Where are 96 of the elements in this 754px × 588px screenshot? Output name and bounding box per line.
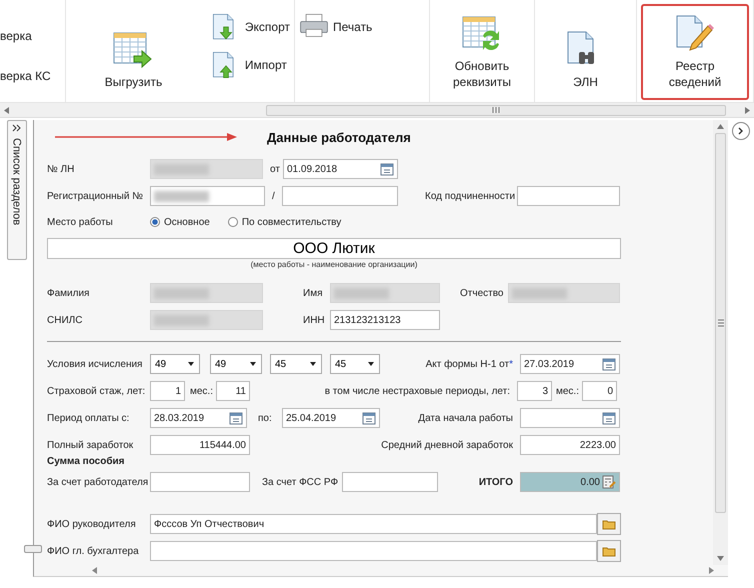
scroll-left-icon[interactable] xyxy=(4,106,10,114)
ribbon-item[interactable]: верка КС xyxy=(0,69,51,83)
field-label: Период оплаты с: xyxy=(47,412,130,424)
ribbon-button[interactable]: Выгрузить xyxy=(70,4,197,100)
ribbon-button[interactable]: Печать xyxy=(299,12,372,42)
input-field[interactable] xyxy=(150,541,597,561)
input-field[interactable] xyxy=(150,472,250,492)
field-label: ФИО руководителя xyxy=(47,518,137,530)
ribbon-item[interactable]: верка xyxy=(0,29,51,43)
field-label: Акт формы Н-1 от* xyxy=(424,358,514,370)
section-title: Данные работодателя xyxy=(267,130,411,144)
ribbon-button[interactable]: Экспорт xyxy=(210,12,290,42)
field-label: мес.: xyxy=(190,386,214,396)
date-field[interactable]: 28.03.2019 xyxy=(150,408,247,428)
ribbon-button[interactable]: ЭЛН xyxy=(539,4,632,100)
input-field[interactable]: 3 xyxy=(517,381,552,401)
input-field[interactable]: 213123213123 xyxy=(330,310,440,330)
field-label: Место работы xyxy=(47,216,114,228)
section-list-tab[interactable]: Список разделов xyxy=(6,120,26,260)
calendar-icon xyxy=(602,411,616,425)
radio-option[interactable]: По совместительству xyxy=(228,216,342,228)
chevron-right-icon xyxy=(738,127,744,135)
date-field[interactable] xyxy=(520,408,620,428)
calendar-icon xyxy=(229,411,243,425)
field-label: За счет работодателя xyxy=(47,476,150,488)
total-field[interactable]: 0.00 xyxy=(520,472,620,492)
field-label: СНИЛС xyxy=(47,314,84,326)
dropdown[interactable]: 49 xyxy=(150,354,200,374)
field-label: ФИО гл. бухгалтера xyxy=(47,546,140,556)
input-field[interactable]: 0 xyxy=(582,381,617,401)
input-field[interactable] xyxy=(517,186,620,206)
scroll-right-icon[interactable] xyxy=(744,106,750,114)
dropdown[interactable]: 45 xyxy=(270,354,322,374)
resize-handle[interactable] xyxy=(24,545,42,553)
date-field[interactable]: 25.04.2019 xyxy=(282,408,380,428)
field-label: Средний дневной заработок xyxy=(380,440,514,450)
double-chevron-icon xyxy=(12,124,22,132)
field-label: Код подчиненности xyxy=(425,190,516,202)
expand-button[interactable] xyxy=(732,122,750,140)
organization-field[interactable]: ООО Лютик xyxy=(47,238,621,259)
ribbon-button[interactable]: Импорт xyxy=(210,50,290,80)
redacted-text xyxy=(154,190,209,202)
dropdown-caret-icon xyxy=(188,362,194,366)
scroll-up-icon[interactable] xyxy=(717,124,724,129)
scrollbar-thumb[interactable] xyxy=(715,133,726,513)
folder-icon xyxy=(602,546,616,556)
input-field[interactable]: 1 xyxy=(150,381,185,401)
calendar-icon xyxy=(380,162,394,176)
scroll-right-icon[interactable] xyxy=(709,567,714,574)
field-label: Страховой стаж, лет: xyxy=(47,386,146,396)
calendar-icon xyxy=(362,411,376,425)
field-label: Условия исчисления xyxy=(47,358,144,370)
radio-option[interactable]: Основное xyxy=(150,216,210,228)
input-field[interactable] xyxy=(342,472,438,492)
date-field[interactable]: 01.09.2018 xyxy=(283,159,398,179)
ribbon-button[interactable]: Обновить реквизиты xyxy=(434,4,530,100)
dropdown-caret-icon xyxy=(368,362,374,366)
browse-button[interactable] xyxy=(597,540,621,562)
date-field[interactable]: 27.03.2019 xyxy=(520,354,620,374)
scroll-down-icon[interactable] xyxy=(717,556,724,561)
input-field[interactable]: 115444.00 xyxy=(150,435,250,455)
calculator-icon xyxy=(602,475,616,489)
folder-icon xyxy=(602,518,616,530)
document-pencil-icon xyxy=(674,14,716,54)
field-label: Фамилия xyxy=(47,288,90,298)
input-field[interactable]: 2223.00 xyxy=(520,435,620,455)
field-label: ИТОГО xyxy=(478,476,514,488)
input-field[interactable]: 11 xyxy=(216,381,250,401)
input-field[interactable] xyxy=(150,186,265,206)
input-field[interactable]: Фсссов Уп Отчествович xyxy=(150,514,597,534)
table-export-icon xyxy=(112,30,154,70)
field-label: За счет ФСС РФ xyxy=(262,476,340,488)
dropdown[interactable]: 45 xyxy=(330,354,380,374)
field-label: ИНН xyxy=(303,314,326,326)
field-label: от xyxy=(270,164,281,174)
calendar-icon xyxy=(602,357,616,371)
field-label: Полный заработок xyxy=(47,440,134,450)
field-label: Отчество xyxy=(460,288,504,298)
field-caption: (место работы - наименование организации) xyxy=(250,260,418,269)
scrollbar-thumb[interactable] xyxy=(266,104,726,116)
dropdown[interactable]: 49 xyxy=(210,354,262,374)
scroll-left-icon[interactable] xyxy=(92,567,97,574)
field-label: в том числе нестраховые периоды, лет: xyxy=(324,386,511,396)
dropdown-caret-icon xyxy=(310,362,316,366)
ribbon-button[interactable]: Реестр сведений xyxy=(641,4,749,100)
input-field[interactable] xyxy=(282,186,398,206)
field-label: Дата начала работы xyxy=(417,412,514,424)
field-label: Имя xyxy=(303,288,324,298)
field-label: Регистрационный № xyxy=(47,190,144,202)
field-label: № ЛН xyxy=(47,164,76,174)
dropdown-caret-icon xyxy=(250,362,256,366)
field-label: мес.: xyxy=(556,386,580,396)
field-label: по: xyxy=(258,412,273,424)
section-subtitle: Сумма пособия xyxy=(47,456,126,466)
browse-button[interactable] xyxy=(597,513,621,535)
separator-text: / xyxy=(272,190,276,202)
